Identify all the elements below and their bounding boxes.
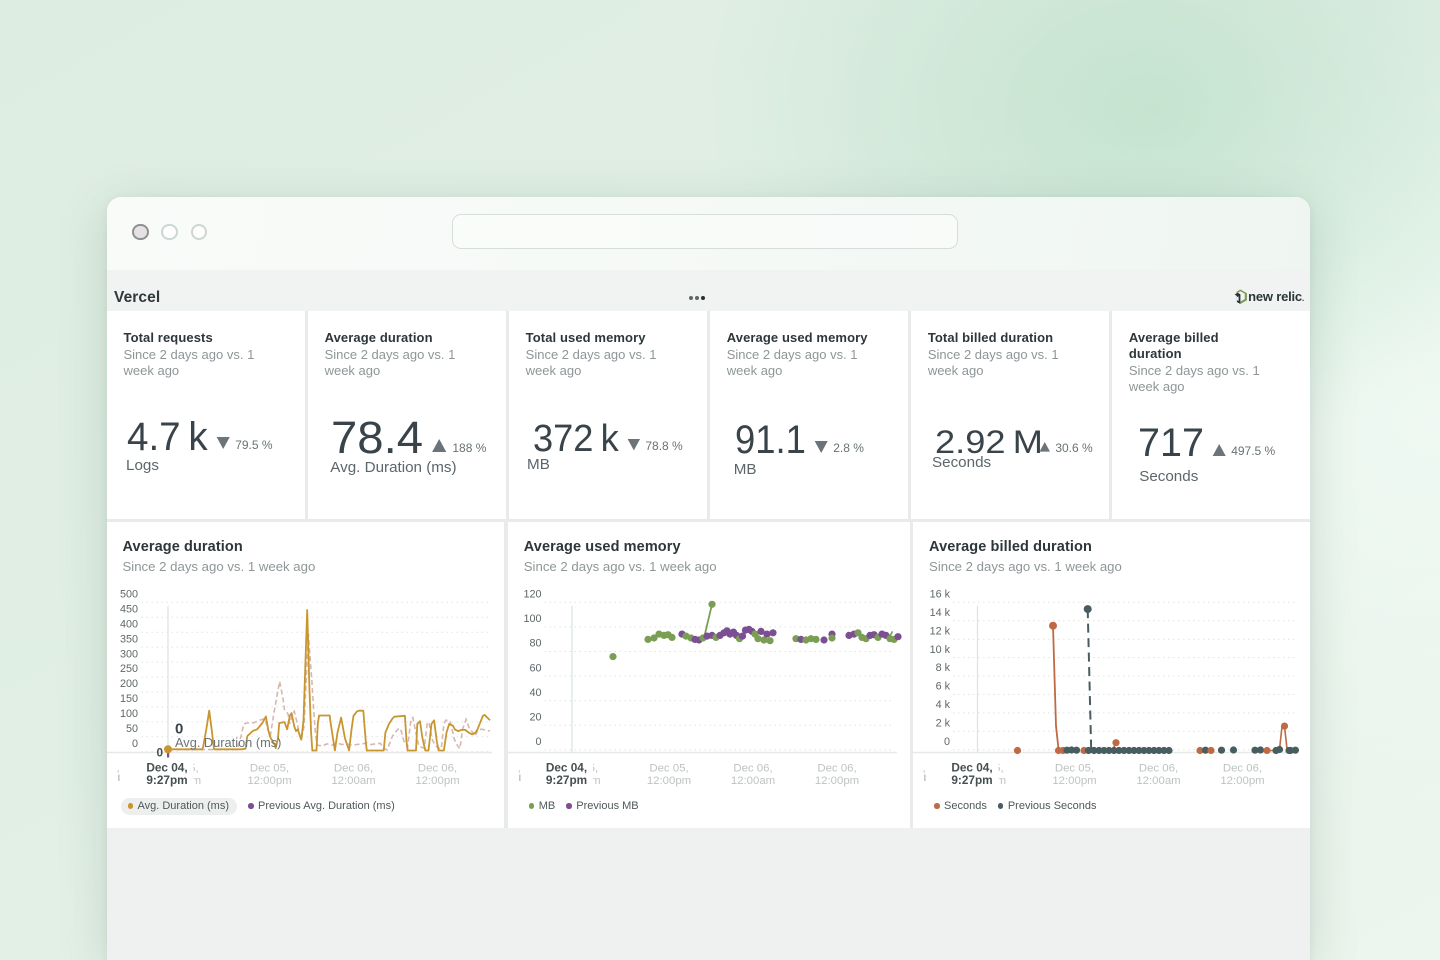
svg-text:Dec 06,: Dec 06,: [417, 762, 456, 774]
svg-text:50: 50: [125, 723, 137, 735]
svg-text:350: 350: [119, 633, 137, 645]
svg-text:450: 450: [119, 603, 137, 615]
svg-text:9:27pm: 9:27pm: [146, 772, 187, 786]
svg-text:80: 80: [529, 637, 541, 649]
svg-text:0: 0: [535, 736, 541, 748]
svg-text:4 k: 4 k: [936, 699, 951, 711]
svg-text:12:00pm: 12:00pm: [415, 774, 459, 786]
svg-text:10 k: 10 k: [930, 643, 951, 655]
svg-text:150: 150: [119, 693, 137, 705]
svg-text:120: 120: [523, 588, 541, 600]
svg-text:Dec 05,: Dec 05,: [1055, 762, 1094, 774]
svg-text:,: ,: [923, 762, 926, 774]
svg-text:12:00am: 12:00am: [331, 774, 375, 786]
svg-text:16 k: 16 k: [930, 588, 951, 600]
svg-text:60: 60: [529, 662, 541, 674]
svg-text:0: 0: [131, 738, 137, 750]
svg-text:300: 300: [119, 648, 137, 660]
svg-text:100: 100: [119, 708, 137, 720]
svg-text:Dec 06,: Dec 06,: [333, 762, 372, 774]
svg-text:Dec 05,: Dec 05,: [649, 762, 688, 774]
svg-text:12:00am: 12:00am: [731, 774, 775, 786]
svg-text:40: 40: [529, 687, 541, 699]
svg-text:12:00pm: 12:00pm: [1220, 774, 1264, 786]
svg-text:100: 100: [523, 613, 541, 625]
svg-text:0: 0: [944, 736, 950, 748]
svg-text:12 k: 12 k: [930, 625, 951, 637]
svg-text:Dec 06,: Dec 06,: [1139, 762, 1178, 774]
svg-text:12:00pm: 12:00pm: [815, 774, 859, 786]
svg-text:200: 200: [119, 678, 137, 690]
svg-text:Dec 06,: Dec 06,: [1223, 762, 1262, 774]
svg-text:12:00pm: 12:00pm: [247, 774, 291, 786]
svg-text:Dec 06,: Dec 06,: [733, 762, 772, 774]
svg-text:Avg. Duration (ms): Avg. Duration (ms): [175, 735, 281, 750]
svg-text:0: 0: [156, 745, 163, 759]
svg-text:500: 500: [119, 588, 137, 600]
svg-text:9:27pm: 9:27pm: [951, 772, 992, 786]
svg-text:,: ,: [517, 762, 520, 774]
svg-text:2 k: 2 k: [936, 717, 951, 729]
svg-text:250: 250: [119, 663, 137, 675]
svg-text:14 k: 14 k: [930, 607, 951, 619]
svg-text:20: 20: [529, 711, 541, 723]
svg-text:9:27pm: 9:27pm: [546, 772, 587, 786]
svg-text:12:00pm: 12:00pm: [647, 774, 691, 786]
svg-text:6 k: 6 k: [936, 680, 951, 692]
svg-text:12:00pm: 12:00pm: [1052, 774, 1096, 786]
svg-text:12:00am: 12:00am: [1136, 774, 1180, 786]
svg-text:8 k: 8 k: [936, 662, 951, 674]
svg-text:400: 400: [119, 618, 137, 630]
svg-text:Dec 05,: Dec 05,: [249, 762, 288, 774]
svg-text:Dec 06,: Dec 06,: [817, 762, 856, 774]
svg-text:,: ,: [116, 762, 119, 774]
